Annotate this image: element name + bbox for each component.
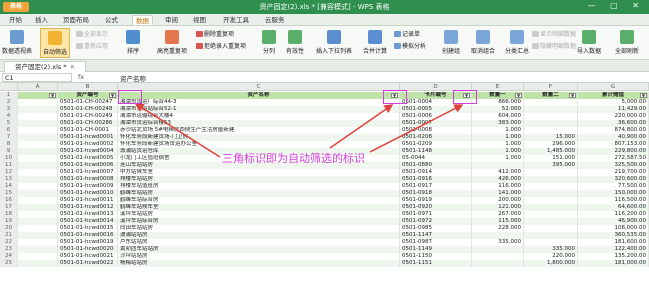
arrow-to-col-d [369,104,464,153]
highlight-box-col-c [383,90,407,104]
arrow-to-col-b [134,103,221,158]
annotation-text: 三角标识即为自动筛选的标识 [222,152,365,165]
highlight-box-col-d [453,90,477,104]
highlight-box-col-b [118,90,142,104]
arrow-to-col-c [329,104,394,149]
wps-spreadsheet-window: { "titlebar":{"app_label":"表格","title":"… [0,0,649,290]
annotation-arrows [134,103,464,158]
